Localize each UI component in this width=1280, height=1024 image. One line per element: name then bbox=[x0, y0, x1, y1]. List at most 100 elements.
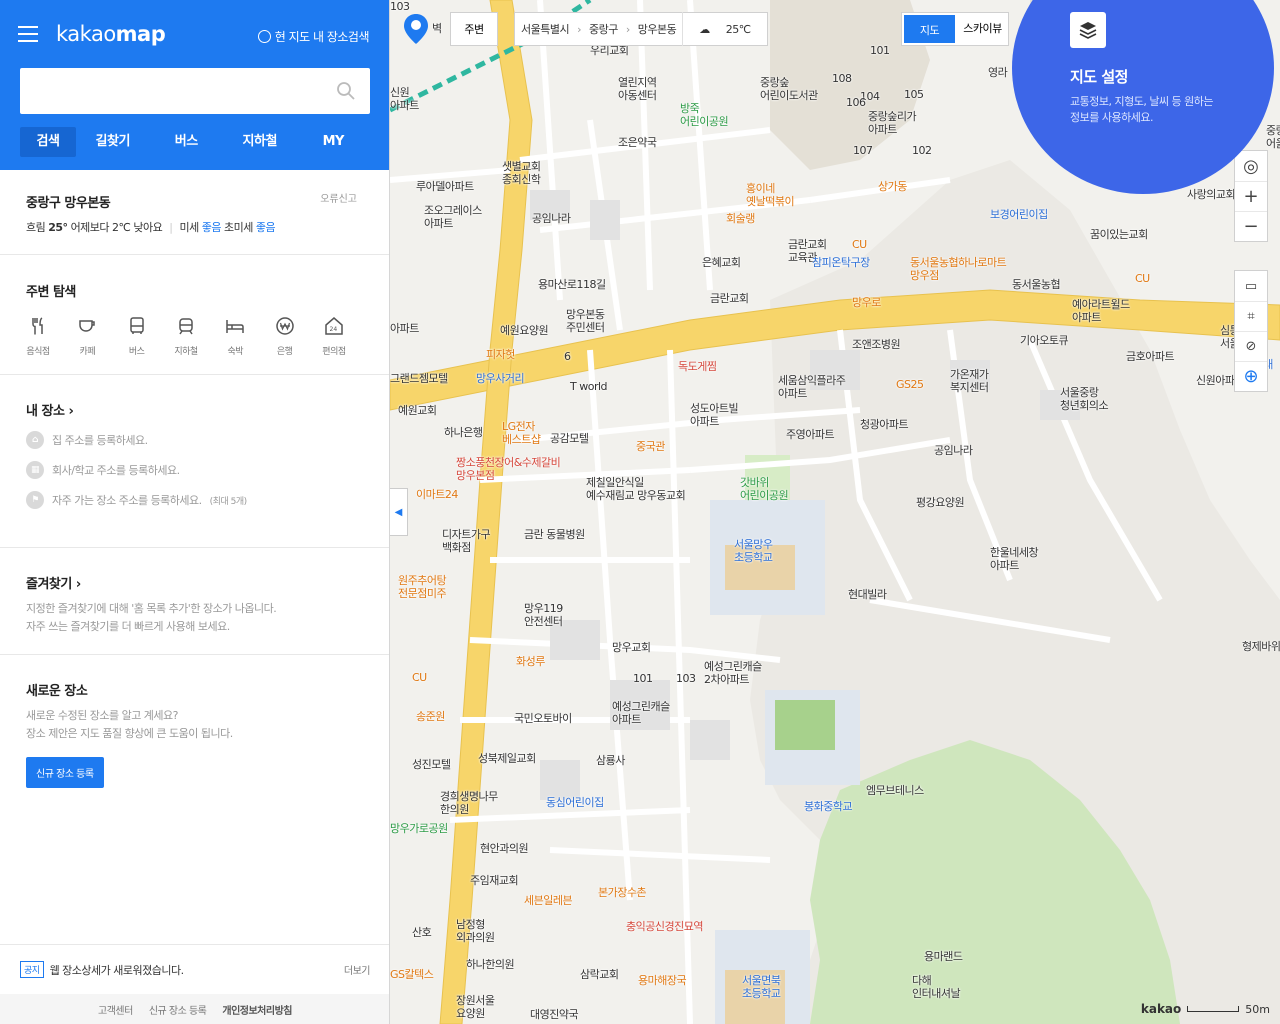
zoom-out-button[interactable]: − bbox=[1235, 211, 1267, 241]
map-poi-label[interactable]: 중랑숲 어린이도서관 bbox=[760, 76, 818, 102]
map-poi-label[interactable]: 용마산로118길 bbox=[538, 278, 606, 291]
tab-subway[interactable]: 지하철 bbox=[223, 127, 297, 157]
map-poi-label[interactable]: CU bbox=[412, 671, 427, 684]
map-poi-label[interactable]: 다해 인터내셔날 bbox=[912, 974, 961, 1000]
map-poi-label[interactable]: 성도아트빌 아파트 bbox=[690, 402, 739, 428]
map-poi-label[interactable]: 본가장수촌 bbox=[598, 886, 647, 899]
zoom-in-button[interactable]: + bbox=[1235, 181, 1267, 211]
nearby-button[interactable]: 주변 bbox=[450, 12, 498, 46]
map-poi-label[interactable]: 금란 동물병원 bbox=[524, 528, 585, 541]
cat-bus[interactable]: 버스 bbox=[117, 316, 157, 357]
map-mode-skyview[interactable]: 스카이뷰 bbox=[957, 13, 1008, 45]
map-poi-label[interactable]: 망우교회 bbox=[612, 641, 651, 654]
map-poi-label[interactable]: 화성루 bbox=[516, 655, 545, 668]
map-poi-label[interactable]: 독도게찜 bbox=[678, 360, 717, 373]
map-poi-label[interactable]: 용마랜드 bbox=[924, 950, 963, 963]
map-poi-label[interactable]: 현안과의원 bbox=[480, 842, 529, 855]
search-in-map-toggle[interactable]: 현 지도 내 장소검색 bbox=[257, 28, 370, 45]
map-poi-label[interactable]: 중랑숲리가 아파트 bbox=[868, 110, 917, 136]
map-poi-label[interactable]: 엠무브테니스 bbox=[866, 784, 924, 797]
map-poi-label[interactable]: T world bbox=[570, 380, 608, 393]
notice-text[interactable]: 웹 장소상세가 새로워졌습니다. bbox=[50, 962, 185, 978]
map-mode-map[interactable]: 지도 bbox=[902, 13, 957, 45]
add-place-button[interactable]: ⊕ bbox=[1235, 361, 1267, 391]
map-poi-label[interactable]: 꿈이있는교회 bbox=[1090, 228, 1148, 241]
map-poi-label[interactable]: 예원요양원 bbox=[500, 324, 549, 337]
map-poi-label[interactable]: 성진모텔 bbox=[412, 758, 451, 771]
map-poi-label[interactable]: CU bbox=[1135, 272, 1150, 285]
map-poi-label[interactable]: 서울면북 초등학교 bbox=[742, 974, 781, 1000]
map-poi-label[interactable]: 금호아파트 bbox=[1126, 350, 1175, 363]
map-poi-label[interactable]: 망우본동 주민센터 bbox=[566, 308, 605, 334]
map-poi-label[interactable]: 삼락교회 bbox=[580, 968, 619, 981]
map-poi-label[interactable]: 회술랭 bbox=[726, 212, 755, 225]
report-error-link[interactable]: 오류신고 bbox=[320, 190, 357, 205]
map-poi-label[interactable]: 이마트24 bbox=[416, 488, 458, 501]
map-poi-label[interactable]: 세움삼익플라주 아파트 bbox=[778, 374, 846, 400]
register-home[interactable]: ⌂ 집 주소를 등록하세요. bbox=[26, 431, 363, 449]
cat-bank[interactable]: 은행 bbox=[265, 316, 305, 357]
map-poi-label[interactable]: CU bbox=[852, 238, 867, 251]
map-poi-label[interactable]: 예성그린캐슬 2차아파트 bbox=[704, 660, 762, 686]
map-poi-label[interactable]: 103 bbox=[390, 0, 410, 13]
map-poi-label[interactable]: 삼룡사 bbox=[596, 754, 625, 767]
tab-search[interactable]: 검색 bbox=[20, 127, 76, 157]
map-poi-label[interactable]: 현대빌라 bbox=[848, 588, 887, 601]
map-poi-label[interactable]: 106 bbox=[846, 96, 866, 109]
map-poi-label[interactable]: 짱소풍천장어&수제갈비 망우본점 bbox=[456, 456, 561, 482]
map-poi-label[interactable]: 중국관 bbox=[636, 440, 665, 453]
map-weather[interactable]: ☁ 25℃ bbox=[682, 12, 766, 46]
map-poi-label[interactable]: 동서울농협 bbox=[1012, 278, 1061, 291]
search-icon[interactable] bbox=[336, 81, 356, 101]
register-frequent[interactable]: ⚑ 자주 가는 장소 주소를 등록하세요. (최대 5개) bbox=[26, 491, 363, 509]
crumb-city[interactable]: 서울특별시 bbox=[515, 21, 575, 37]
map-poi-label[interactable]: 107 bbox=[853, 144, 873, 157]
favorites-title[interactable]: 즐겨찾기 › bbox=[26, 573, 363, 592]
area-button[interactable]: ⌗ bbox=[1235, 301, 1267, 331]
layers-icon[interactable] bbox=[1070, 12, 1106, 48]
crumb-dong[interactable]: 망우본동 bbox=[632, 21, 682, 37]
map-poi-label[interactable]: 홍이네 옛날떡볶이 bbox=[746, 182, 795, 208]
menu-icon[interactable] bbox=[18, 26, 38, 42]
register-new-place-button[interactable]: 신규 장소 등록 bbox=[26, 757, 104, 788]
tab-bus[interactable]: 버스 bbox=[150, 127, 224, 157]
map-poi-label[interactable]: 은혜교회 bbox=[702, 256, 741, 269]
map-poi-label[interactable]: LG전자 베스트샵 bbox=[502, 420, 541, 446]
footer-register-link[interactable]: 신규 장소 등록 bbox=[149, 1002, 207, 1017]
map-poi-label[interactable]: 청광아파트 bbox=[860, 418, 909, 431]
map-poi-label[interactable]: 금란교회 bbox=[710, 292, 749, 305]
map-poi-label[interactable]: 아파트 bbox=[390, 322, 419, 335]
map-poi-label[interactable]: 101 bbox=[633, 672, 653, 685]
map-poi-label[interactable]: 예아라트윌드 아파트 bbox=[1072, 298, 1130, 324]
my-place-title[interactable]: 내 장소 › bbox=[26, 400, 363, 419]
notice-more-link[interactable]: 더보기 bbox=[344, 962, 371, 977]
map-poi-label[interactable]: 기아오토큐 bbox=[1020, 334, 1069, 347]
current-position-pin[interactable] bbox=[404, 14, 428, 44]
map-poi-label[interactable]: 조오그레이스 아파트 bbox=[424, 204, 482, 230]
map-view[interactable]: 주변 서울특별시 › 중랑구 › 망우본동 ☁ 25℃ 지도 스카이뷰 지도 설정 교… bbox=[390, 0, 1280, 1024]
map-poi-label[interactable]: 사랑의교회 bbox=[1187, 188, 1236, 201]
map-poi-label[interactable]: 영라 bbox=[988, 66, 1008, 79]
map-poi-label[interactable]: 벽 bbox=[432, 22, 442, 35]
tab-directions[interactable]: 길찾기 bbox=[76, 127, 150, 157]
kakaomap-logo[interactable]: kakaomap bbox=[56, 22, 166, 46]
map-poi-label[interactable]: 한울네세창 아파트 bbox=[990, 546, 1039, 572]
map-poi-label[interactable]: 동심어린이집 bbox=[546, 796, 604, 809]
map-poi-label[interactable]: 101 bbox=[870, 44, 890, 57]
map-poi-label[interactable]: 산호 bbox=[412, 926, 432, 939]
map-poi-label[interactable]: 루아델아파트 bbox=[416, 180, 474, 193]
map-poi-label[interactable]: 망우가로공원 bbox=[390, 822, 448, 835]
my-location-button[interactable]: ◎ bbox=[1235, 151, 1267, 181]
tab-my[interactable]: MY bbox=[297, 127, 371, 157]
crumb-district[interactable]: 중랑구 bbox=[583, 21, 624, 37]
footer-privacy-link[interactable]: 개인정보처리방침 bbox=[222, 1002, 292, 1017]
map-poi-label[interactable]: 예성그린캐슬 아파트 bbox=[612, 700, 670, 726]
map-poi-label[interactable]: 하나한의원 bbox=[466, 958, 515, 971]
cat-convenience[interactable]: 24 편의점 bbox=[314, 316, 354, 357]
map-poi-label[interactable]: 용마해장국 bbox=[638, 974, 687, 987]
map-poi-label[interactable]: 방죽 어린이공원 bbox=[680, 102, 729, 128]
map-poi-label[interactable]: 세븐일레븐 bbox=[524, 894, 573, 907]
map-poi-label[interactable]: 충익공신경진묘역 bbox=[626, 920, 703, 933]
map-poi-label[interactable]: 망우로 bbox=[852, 296, 881, 309]
map-poi-label[interactable]: 6 bbox=[564, 350, 571, 363]
